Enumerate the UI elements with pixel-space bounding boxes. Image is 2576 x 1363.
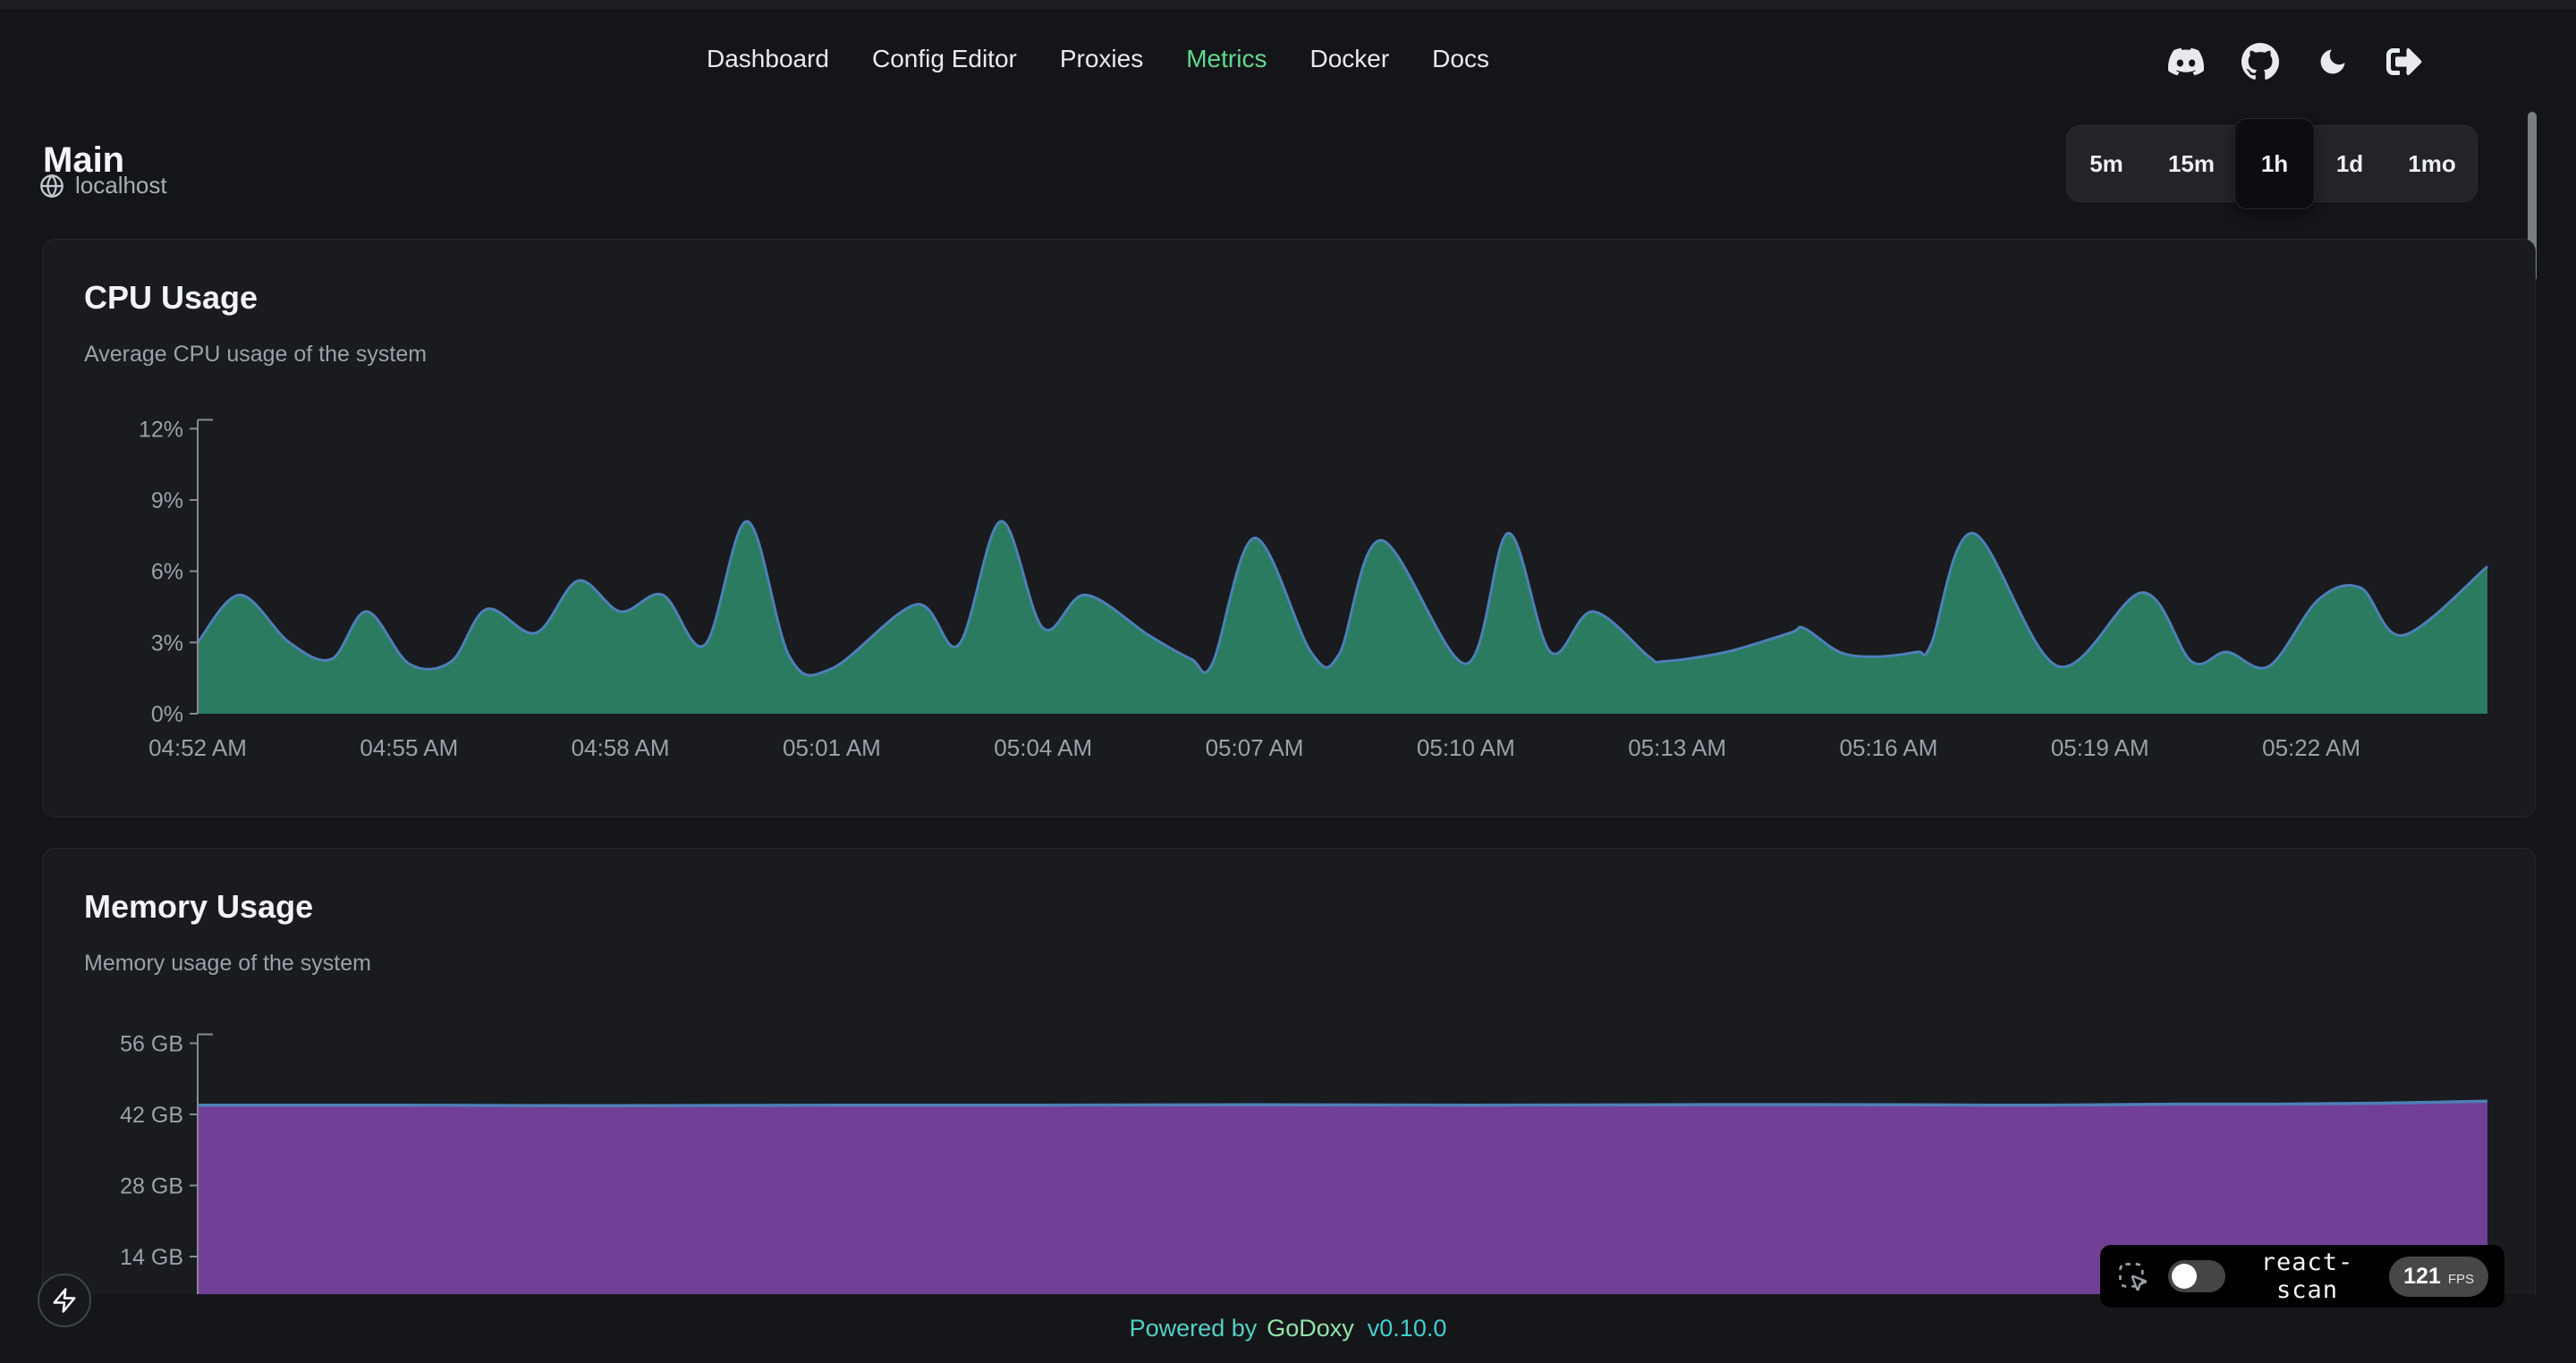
nav-item-dashboard[interactable]: Dashboard (707, 45, 829, 73)
host-row: localhost (39, 172, 167, 199)
globe-icon (39, 174, 64, 199)
footer-brand-link[interactable]: GoDoxy (1267, 1315, 1354, 1342)
nav-item-proxies[interactable]: Proxies (1060, 45, 1143, 73)
nav-item-docker[interactable]: Docker (1309, 45, 1389, 73)
x-tick-label: 05:10 AM (1417, 734, 1515, 761)
nav-item-docs[interactable]: Docs (1432, 45, 1489, 73)
memory-card-subtitle: Memory usage of the system (84, 951, 371, 977)
y-tick-label: 6% (151, 560, 183, 585)
time-range-option-5m[interactable]: 5m (2067, 126, 2146, 201)
x-tick-label: 04:58 AM (572, 734, 670, 761)
lightning-bolt-icon (51, 1287, 78, 1314)
cpu-usage-card: CPU Usage Average CPU usage of the syste… (42, 239, 2536, 817)
time-range-option-label: 5m (2089, 150, 2123, 178)
x-tick-label: 05:13 AM (1628, 734, 1726, 761)
toggle-knob (2172, 1264, 2197, 1289)
dark-mode-moon-icon[interactable] (2317, 46, 2349, 78)
y-tick-label: 42 GB (120, 1103, 183, 1128)
x-tick-label: 05:07 AM (1206, 734, 1304, 761)
x-tick-label: 05:22 AM (2262, 734, 2360, 761)
cpu_percent-area (198, 521, 2487, 714)
fps-unit: FPS (2448, 1272, 2474, 1287)
y-tick-label: 9% (151, 488, 183, 513)
cpu-card-title: CPU Usage (84, 279, 258, 317)
github-icon[interactable] (2241, 43, 2279, 80)
nav-item-metrics[interactable]: Metrics (1186, 45, 1267, 73)
y-tick-label: 14 GB (120, 1245, 183, 1270)
nav-item-config-editor[interactable]: Config Editor (872, 45, 1017, 73)
x-tick-label: 05:01 AM (783, 734, 881, 761)
x-tick-label: 04:55 AM (360, 734, 458, 761)
memory_gb-line (198, 1101, 2487, 1105)
y-tick-label: 28 GB (120, 1173, 183, 1198)
cpu-area-chart[interactable]: 0% 3% 6% 9% 12% 04:52 AM 04:55 AM 04:58 AM 05:01… (43, 401, 2535, 794)
x-tick-label: 05:19 AM (2051, 734, 2149, 761)
x-tick-label: 05:04 AM (994, 734, 1092, 761)
logout-icon[interactable] (2386, 44, 2422, 80)
x-tick-label: 05:16 AM (1840, 734, 1938, 761)
footer-version: v0.10.0 (1368, 1315, 1447, 1342)
main-nav: Dashboard Config Editor Proxies Metrics Dock… (707, 45, 1489, 73)
y-tick-label: 56 GB (120, 1031, 183, 1056)
time-range-option-label: 1h (2261, 150, 2288, 178)
inspect-element-icon[interactable] (2116, 1260, 2148, 1292)
cpu-card-subtitle: Average CPU usage of the system (84, 342, 427, 368)
fps-badge: 121 FPS (2389, 1257, 2488, 1297)
time-range-option-1mo[interactable]: 1mo (2387, 126, 2477, 201)
host-label: localhost (75, 172, 167, 199)
nav-icon-buttons (2168, 41, 2422, 82)
y-tick-label: 12% (139, 417, 183, 442)
time-range-option-label: 1mo (2408, 150, 2455, 178)
discord-icon[interactable] (2168, 44, 2204, 80)
time-range-option-label: 1d (2336, 150, 2363, 178)
fps-value: 121 (2403, 1264, 2441, 1290)
time-range-control: 5m 15m 1h 1d 1mo (2066, 125, 2478, 202)
x-tick-label: 04:52 AM (148, 734, 247, 761)
time-range-option-label: 15m (2168, 150, 2215, 178)
react-scan-toggle[interactable] (2168, 1260, 2225, 1292)
y-tick-label: 3% (151, 631, 183, 656)
quick-actions-button[interactable] (38, 1274, 91, 1327)
react-scan-label: react-scan (2245, 1249, 2369, 1304)
time-range-option-1d[interactable]: 1d (2312, 126, 2387, 201)
memory-card-title: Memory Usage (84, 888, 313, 926)
time-range-option-1h[interactable]: 1h (2237, 126, 2312, 201)
metrics-page: Dashboard Config Editor Proxies Metrics Dock… (0, 0, 2576, 1363)
top-edge-highlight (0, 0, 2576, 9)
react-scan-widget: react-scan 121 FPS (2100, 1245, 2504, 1308)
footer-powered-by: Powered by (1130, 1315, 1258, 1342)
time-range-option-15m[interactable]: 15m (2146, 126, 2237, 201)
y-tick-label: 0% (151, 702, 183, 727)
